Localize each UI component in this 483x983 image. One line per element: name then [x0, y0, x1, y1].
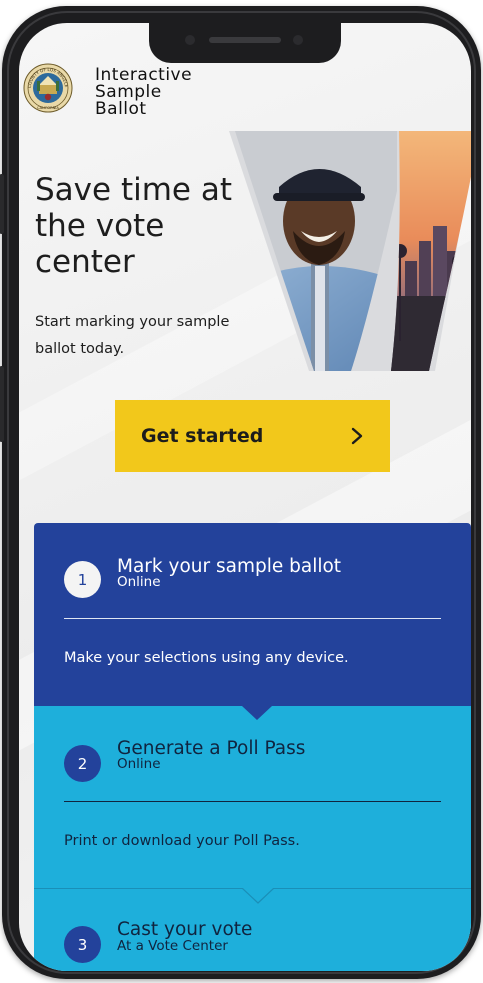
volume-button: [0, 366, 4, 442]
step-subtitle: Online: [117, 756, 161, 772]
intro-subtext: Start marking your sample ballot today.: [35, 314, 230, 357]
get-started-label: Get started: [141, 425, 264, 447]
step-number-badge: 1: [64, 561, 101, 598]
step-title: Cast your vote: [117, 919, 253, 940]
step-description: Print or download your Poll Pass.: [64, 833, 300, 849]
step-subtitle: Online: [117, 574, 161, 590]
county-seal-icon: COUNTY OF LOS ANGELES CALIFORNIA: [23, 63, 73, 113]
step-card-2[interactable]: 2 Generate a Poll Pass Online Print or d…: [34, 706, 471, 888]
page-headline: Save time at the vote center: [35, 172, 232, 280]
step-card-1[interactable]: 1 Mark your sample ballot Online Make yo…: [34, 523, 471, 706]
step-pointer: [242, 706, 272, 720]
hero-photo: [229, 131, 471, 371]
camera-dot: [185, 35, 195, 45]
brand-line: Ballot: [95, 99, 147, 119]
step-number-badge: 2: [64, 745, 101, 782]
seal-bottom-text: CALIFORNIA: [37, 106, 59, 110]
step-divider: [64, 618, 441, 619]
chevron-right-icon: [351, 427, 363, 445]
step-pointer: [242, 888, 274, 904]
brand-name[interactable]: Interactive Sample Ballot: [95, 67, 192, 118]
step-divider: [64, 801, 441, 802]
phone-frame: COUNTY OF LOS ANGELES CALIFORNIA Interac…: [0, 6, 481, 979]
step-number-badge: 3: [64, 926, 101, 963]
speaker-grille: [209, 37, 281, 43]
screen: COUNTY OF LOS ANGELES CALIFORNIA Interac…: [19, 23, 471, 971]
notch: [149, 23, 341, 63]
step-subtitle: At a Vote Center: [117, 938, 228, 954]
get-started-button[interactable]: Get started: [115, 400, 390, 472]
steps-panel: 1 Mark your sample ballot Online Make yo…: [34, 523, 471, 971]
camera-dot: [293, 35, 303, 45]
step-description: Make your selections using any device.: [64, 650, 349, 666]
silent-switch: [0, 174, 4, 234]
